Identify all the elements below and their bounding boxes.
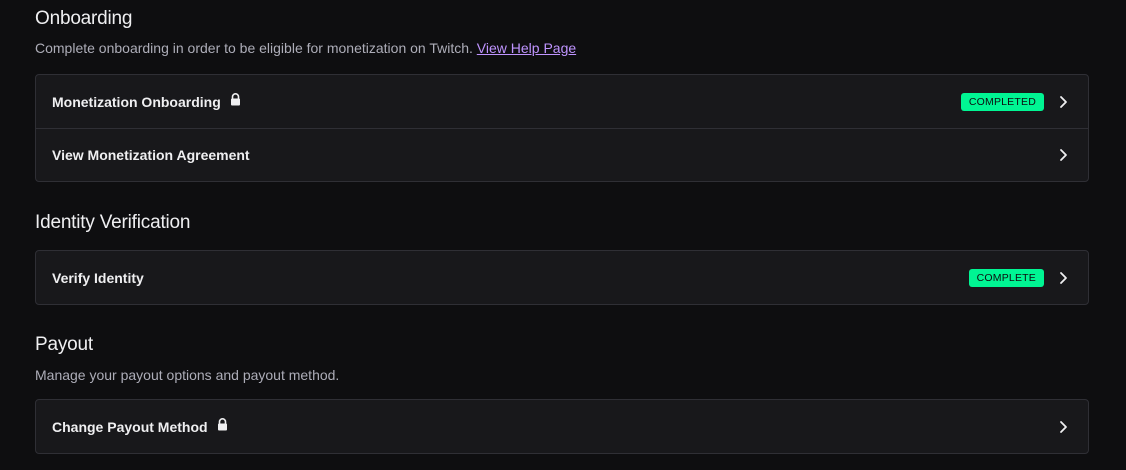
chevron-right-icon [1060,95,1067,108]
payout-title: Payout [35,334,93,355]
identity-card: Verify Identity COMPLETE [35,250,1089,305]
row-label: Verify Identity [52,269,144,286]
lock-icon [230,93,240,106]
view-monetization-agreement-row[interactable]: View Monetization Agreement [36,128,1088,181]
change-payout-method-row[interactable]: Change Payout Method [36,400,1088,453]
verify-identity-row[interactable]: Verify Identity COMPLETE [36,251,1088,304]
status-badge: COMPLETE [968,268,1044,287]
status-badge: COMPLETED [960,92,1044,111]
row-label: Monetization Onboarding [52,93,221,110]
chevron-right-icon [1060,271,1067,284]
payout-description: Manage your payout options and payout me… [35,367,340,383]
onboarding-title: Onboarding [35,8,133,29]
chevron-right-icon [1060,149,1067,161]
identity-verification-title: Identity Verification [35,212,191,233]
onboarding-description-text: Complete onboarding in order to be eligi… [35,40,473,56]
view-help-page-link[interactable]: View Help Page [477,40,576,56]
onboarding-description: Complete onboarding in order to be eligi… [35,40,576,56]
payout-card: Change Payout Method [35,399,1089,454]
lock-icon [217,418,227,431]
monetization-onboarding-row[interactable]: Monetization Onboarding COMPLETED [36,75,1088,128]
row-label: Change Payout Method [52,418,208,435]
monetization-settings-page: Onboarding Complete onboarding in order … [0,0,1126,470]
chevron-right-icon [1060,420,1067,433]
row-label: View Monetization Agreement [52,147,250,163]
onboarding-card: Monetization Onboarding COMPLETED View M… [35,74,1089,182]
